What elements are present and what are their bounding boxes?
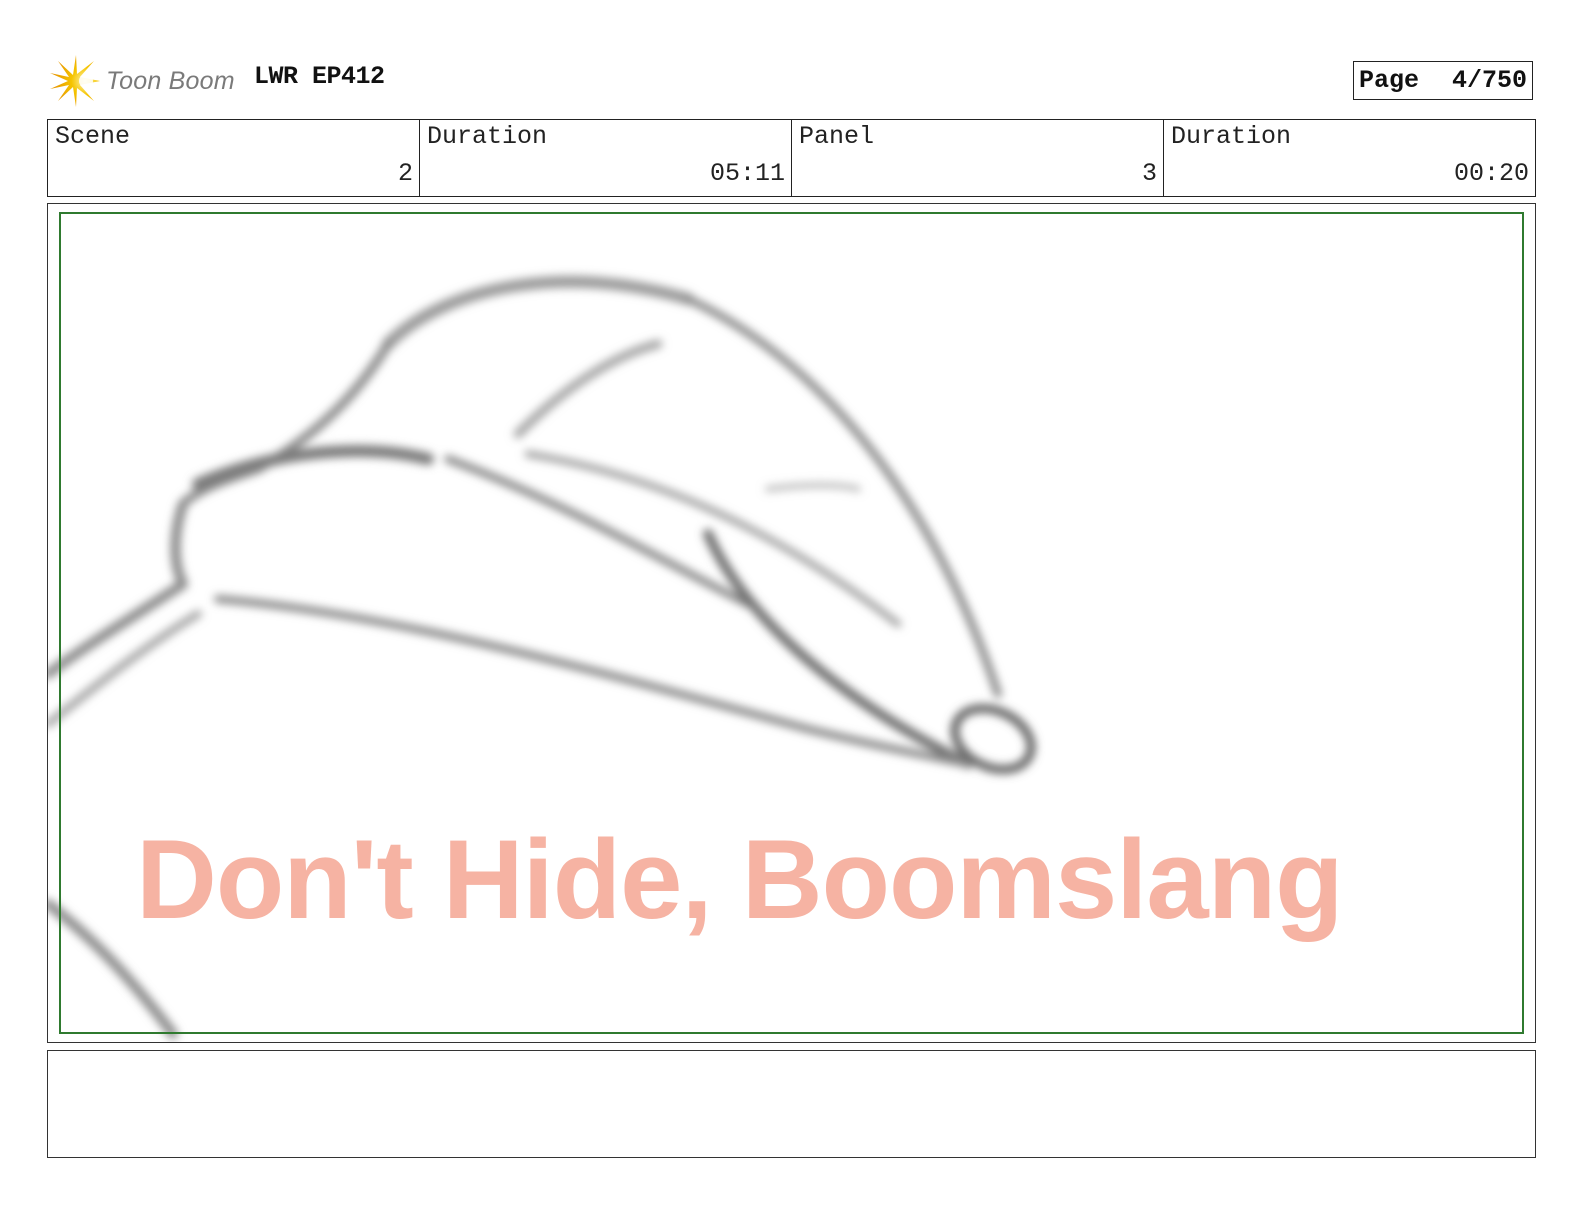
panel-duration-cell: Duration 00:20 — [1164, 120, 1535, 196]
scene-value: 2 — [397, 159, 413, 188]
scene-duration-label: Duration — [427, 122, 548, 151]
page-number: 4/750 — [1451, 66, 1527, 95]
panel-value: 3 — [1141, 159, 1157, 188]
panel-duration-label: Duration — [1171, 122, 1292, 151]
scene-cell: Scene 2 — [48, 120, 420, 196]
scene-duration-cell: Duration 05:11 — [420, 120, 792, 196]
panel-info-bar: Scene 2 Duration 05:11 Panel 3 Duration … — [47, 119, 1536, 197]
logo-text: Toon Boom — [106, 66, 235, 95]
toon-boom-logo: Toon Boom — [50, 54, 240, 108]
panel-duration-value: 00:20 — [1453, 159, 1529, 188]
panel-label: Panel — [799, 122, 875, 151]
panel-notes-box — [47, 1050, 1536, 1158]
page-indicator: Page 4/750 — [1353, 61, 1533, 100]
starburst-icon — [50, 55, 100, 107]
project-title: LWR EP412 — [254, 62, 385, 91]
scene-label: Scene — [55, 122, 131, 151]
page-label: Page — [1359, 66, 1420, 95]
panel-cell: Panel 3 — [792, 120, 1164, 196]
storyboard-panel: Don't Hide, Boomslang — [47, 203, 1536, 1043]
scene-duration-value: 05:11 — [709, 159, 785, 188]
episode-title-overlay: Don't Hide, Boomslang — [136, 817, 1344, 942]
